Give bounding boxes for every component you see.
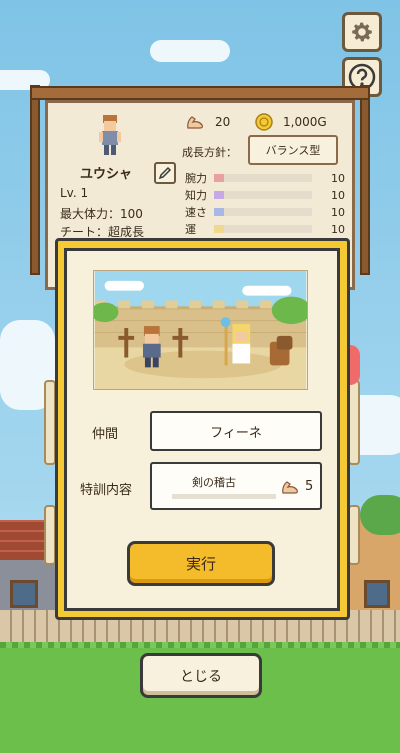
stat-bar bbox=[214, 174, 312, 182]
growth-policy-label: 成長方針： bbox=[182, 146, 237, 159]
pencil-icon bbox=[158, 166, 172, 180]
stat-name: 速さ bbox=[185, 206, 207, 219]
gold-value: 1,000G bbox=[283, 115, 327, 129]
gold-amount: 1,000G bbox=[255, 113, 327, 131]
cloud bbox=[150, 40, 230, 62]
training-content-select[interactable]: 剣の稽古 5 bbox=[150, 462, 322, 510]
companion-label: 仲間 bbox=[92, 427, 119, 442]
stat-fill bbox=[214, 174, 224, 182]
stat-name: 腕力 bbox=[185, 172, 207, 185]
training-content-label: 特訓内容 bbox=[80, 483, 133, 498]
hero-level: Lv. 1 bbox=[60, 186, 89, 200]
growth-policy-button[interactable]: バランス型 bbox=[248, 135, 338, 165]
stat-fill bbox=[214, 208, 224, 216]
stat-row: 運 10 bbox=[185, 221, 345, 237]
companion-select[interactable]: フィーネ bbox=[150, 411, 322, 451]
house-window bbox=[10, 580, 38, 608]
companion-value: フィーネ bbox=[210, 425, 262, 441]
training-progress-bar bbox=[172, 494, 276, 499]
stat-row: 腕力 10 bbox=[185, 170, 345, 186]
bush bbox=[360, 495, 400, 535]
strength-points-value: 20 bbox=[215, 115, 231, 129]
stat-value: 10 bbox=[331, 188, 345, 202]
stat-value: 10 bbox=[331, 171, 345, 185]
training-cost: 5 bbox=[305, 479, 314, 494]
gold-coin-icon bbox=[255, 113, 273, 131]
stat-bar bbox=[214, 208, 312, 216]
board-top-beam bbox=[30, 86, 370, 100]
stat-name: 運 bbox=[185, 223, 196, 236]
edit-name-button[interactable] bbox=[154, 162, 176, 184]
stat-fill bbox=[214, 225, 224, 233]
muscle-arm-icon bbox=[282, 481, 298, 494]
house-window bbox=[364, 580, 390, 608]
stat-fill bbox=[214, 191, 224, 199]
close-button[interactable]: とじる bbox=[140, 653, 262, 698]
stat-name: 知力 bbox=[185, 189, 207, 202]
stat-row: 速さ 10 bbox=[185, 204, 345, 220]
stat-value: 10 bbox=[331, 205, 345, 219]
stat-value: 10 bbox=[331, 222, 345, 236]
board-post-left bbox=[30, 85, 40, 275]
hero-name: ユウシャ bbox=[80, 167, 133, 182]
hero-sprite bbox=[99, 115, 121, 155]
hero-max-hp: 最大体力：100 bbox=[60, 207, 143, 221]
strength-points: 20 bbox=[185, 113, 230, 131]
stat-bar bbox=[214, 225, 312, 233]
training-scene-image bbox=[93, 270, 308, 390]
execute-button[interactable]: 実行 bbox=[127, 541, 275, 586]
settings-button[interactable] bbox=[342, 12, 382, 52]
training-content-value: 剣の稽古 bbox=[192, 476, 236, 489]
board-post-right bbox=[360, 85, 370, 275]
muscle-arm-icon bbox=[187, 116, 203, 129]
stat-bar bbox=[214, 191, 312, 199]
gear-icon bbox=[352, 22, 372, 42]
stat-row: 知力 10 bbox=[185, 187, 345, 203]
